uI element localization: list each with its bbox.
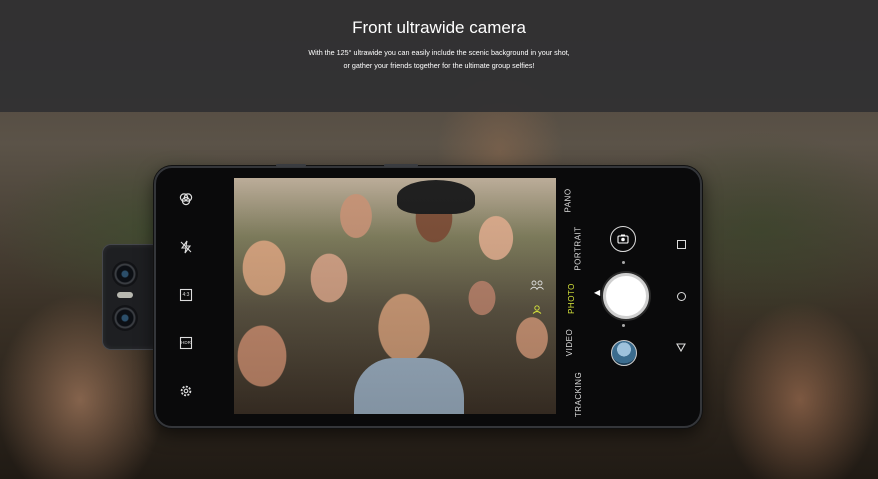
viewfinder-shade [234, 178, 556, 414]
camera-controls: ◀ [586, 168, 666, 426]
aspect-ratio-icon[interactable]: 4:3 [179, 288, 193, 302]
hero-subtitle: With the 125° ultrawide you can easily i… [239, 46, 639, 72]
group-selfie-icon[interactable] [530, 280, 544, 292]
settings-icon[interactable] [179, 384, 193, 398]
mode-tracking[interactable]: TRACKING [556, 372, 583, 417]
hero-title: Front ultrawide camera [352, 18, 526, 37]
mode-tracking-label: TRACKING [574, 371, 584, 418]
flash-led-icon [117, 292, 133, 298]
camera-left-toolbar: 4:3 HDR [156, 168, 234, 426]
flash-off-icon[interactable] [179, 240, 193, 254]
filter-icon[interactable] [179, 192, 193, 206]
mode-portrait-label: PORTRAIT [573, 226, 583, 271]
gallery-thumbnail-button[interactable] [611, 340, 637, 366]
android-nav-bar [666, 168, 696, 426]
beauty-mode-icon[interactable] [532, 304, 542, 316]
phone-device: 4:3 HDR PANO PORTRAIT PHOTO VIDEO TRACKI… [154, 164, 702, 428]
mode-photo[interactable]: PHOTO [556, 283, 578, 314]
recent-apps-icon[interactable] [677, 240, 686, 249]
camera-mode-selector: PANO PORTRAIT PHOTO VIDEO TRACKING [556, 178, 584, 417]
camera-viewfinder[interactable] [234, 178, 556, 414]
promo-stage: Front ultrawide camera With the 125° ult… [0, 0, 878, 479]
hdr-label: HDR [181, 340, 191, 345]
indicator-dot-bottom-icon [622, 324, 625, 327]
mode-video-label: VIDEO [565, 328, 575, 357]
camera-lens-main-icon [112, 261, 138, 287]
mode-photo-label: PHOTO [566, 283, 576, 314]
home-icon[interactable] [677, 292, 686, 301]
hero-subtitle-line-2: or gather your friends together for the … [343, 61, 535, 70]
indicator-dot-top-icon [622, 261, 625, 264]
back-icon[interactable] [676, 342, 686, 353]
camera-lens-ultrawide-icon [112, 305, 138, 331]
chevron-left-icon: ◀ [594, 288, 601, 297]
phone-side-button [276, 164, 306, 167]
hdr-icon[interactable]: HDR [179, 336, 193, 350]
mode-portrait[interactable]: PORTRAIT [556, 226, 583, 270]
aspect-ratio-label: 4:3 [182, 292, 190, 298]
switch-camera-button[interactable] [610, 226, 636, 252]
phone-volume-button [384, 164, 418, 167]
mode-video[interactable]: VIDEO [556, 329, 578, 356]
hero-subtitle-line-1: With the 125° ultrawide you can easily i… [308, 48, 570, 57]
mode-pano[interactable]: PANO [556, 188, 578, 212]
mode-pano-label: PANO [563, 188, 573, 213]
shutter-button[interactable] [603, 273, 649, 319]
flip-camera-module [102, 244, 156, 350]
